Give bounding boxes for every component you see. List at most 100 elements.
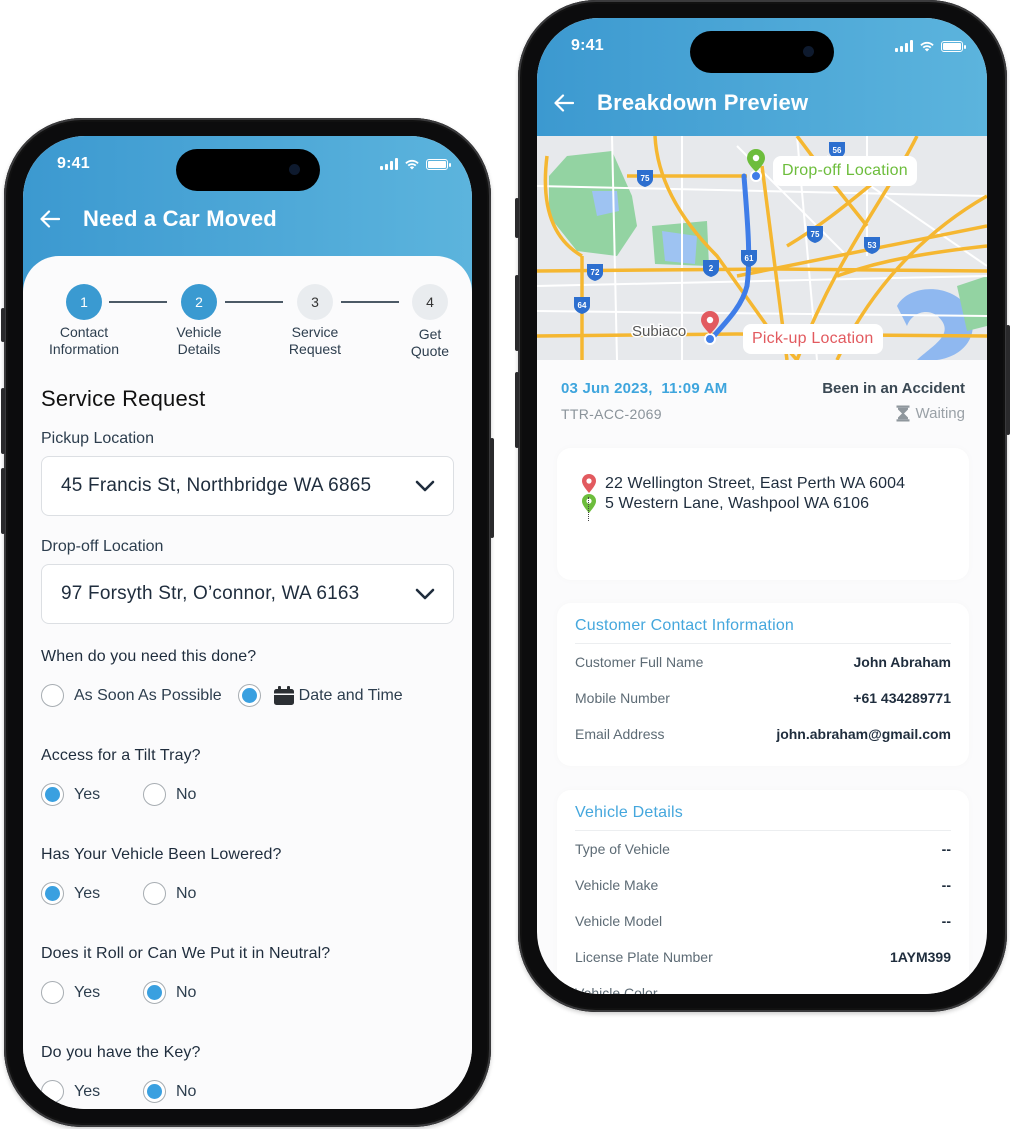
arrow-left-icon <box>554 94 574 112</box>
step-service-request[interactable]: 3 Service Request <box>270 284 360 358</box>
dropoff-location-select[interactable]: 97 Forsyth Str, O’connor, WA 6163 <box>41 564 454 624</box>
radio-yes[interactable]: Yes <box>41 882 143 905</box>
pickup-location-tag[interactable]: Pick-up Location <box>743 324 883 354</box>
radio-label: No <box>176 983 197 1001</box>
dropoff-location-value: 97 Forsyth Str, O’connor, WA 6163 <box>61 583 360 604</box>
radio-circle[interactable] <box>41 684 64 707</box>
status-time: 9:41 <box>571 37 604 54</box>
svg-text:75: 75 <box>641 174 650 183</box>
phone-right-breakdown-preview: 9:41 Breakdown Preview 56 75 75 53 72 2 … <box>515 0 1010 1012</box>
radio-yes[interactable]: Yes <box>41 1080 143 1103</box>
action-button <box>515 198 519 238</box>
radio-label: No <box>176 1082 197 1100</box>
step-number: 3 <box>297 284 333 320</box>
radio-date-and-time[interactable]: Date and Time <box>237 684 403 707</box>
vehicle-details-card: Vehicle Details Type of Vehicle -- Vehicl… <box>557 790 969 994</box>
radio-circle-selected[interactable] <box>143 981 166 1004</box>
detail-row-vehicle-color: Vehicle Color -- <box>575 985 951 994</box>
radio-label: No <box>176 884 197 902</box>
step-number: 1 <box>66 284 102 320</box>
pickup-location-select[interactable]: 45 Francis St, Northbridge WA 6865 <box>41 456 454 516</box>
lake-area <box>662 231 697 264</box>
calendar-icon <box>273 686 294 705</box>
pickup-pin-icon <box>582 474 596 493</box>
wifi-icon <box>405 159 419 170</box>
screen: 9:41 Breakdown Preview 56 75 75 53 72 2 … <box>537 18 987 994</box>
detail-row-email: Email Address john.abraham@gmail.com <box>575 726 951 742</box>
svg-text:72: 72 <box>591 268 600 277</box>
radio-no[interactable]: No <box>143 1080 245 1103</box>
radio-circle-selected[interactable] <box>41 882 64 905</box>
radio-no[interactable]: No <box>143 882 245 905</box>
dynamic-island <box>690 31 834 73</box>
cellular-signal-icon <box>380 158 398 170</box>
step-number: 2 <box>181 284 217 320</box>
radio-label: Date and Time <box>298 686 403 704</box>
radio-no[interactable]: No <box>143 783 245 806</box>
back-button[interactable] <box>553 92 575 114</box>
radio-circle[interactable] <box>143 882 166 905</box>
radio-asap[interactable]: As Soon As Possible <box>41 684 222 707</box>
highway-shield-61: 61 <box>741 250 757 267</box>
radio-label: As Soon As Possible <box>74 686 222 704</box>
radio-circle[interactable] <box>41 981 64 1004</box>
cellular-signal-icon <box>895 40 913 52</box>
radio-group-vehicle-lowered: Yes No <box>41 882 454 905</box>
radio-group-tilt-tray: Yes No <box>41 783 454 806</box>
detail-row-mobile: Mobile Number +61 434289771 <box>575 690 951 706</box>
route-from-address: 22 Wellington Street, East Perth WA 6004 <box>605 475 906 492</box>
back-button[interactable] <box>39 208 61 230</box>
step-vehicle-details[interactable]: 2 Vehicle Details <box>154 284 244 358</box>
chevron-down-icon <box>415 480 435 492</box>
place-label-subiaco: Subiaco <box>632 323 686 340</box>
customer-contact-card: Customer Contact Information Customer Fu… <box>557 603 969 766</box>
route-card: 22 Wellington Street, East Perth WA 6004… <box>557 448 969 580</box>
radio-circle-selected[interactable] <box>143 1080 166 1103</box>
step-label: Get Quote <box>410 326 450 359</box>
phone-left-need-a-car-moved: 9:41 Need a Car Moved 1 Contact Informat… <box>1 118 494 1127</box>
radio-yes[interactable]: Yes <box>41 981 143 1004</box>
action-button <box>1 308 5 342</box>
booking-datetime: 03 Jun 2023, 11:09 AM <box>561 380 728 397</box>
radio-label: Yes <box>74 1082 101 1100</box>
battery-icon <box>941 40 966 52</box>
dropoff-pin-icon <box>582 494 596 513</box>
progress-stepper: 1 Contact Information 2 Vehicle Details 3 … <box>39 284 456 364</box>
volume-down-button <box>1 468 5 534</box>
radio-circle[interactable] <box>41 1080 64 1103</box>
power-button <box>490 438 494 538</box>
radio-group-have-key: Yes No <box>41 1080 454 1103</box>
route-map[interactable]: 56 75 75 53 72 2 61 64 Subiaco Drop-off … <box>537 136 987 360</box>
step-label: Service Request <box>288 324 342 357</box>
pickup-location-label: Pickup Location <box>41 430 154 447</box>
booking-summary: 03 Jun 2023, 11:09 AM Been in an Acciden… <box>561 380 965 422</box>
dynamic-island <box>175 149 320 191</box>
detail-row-vehicle-make: Vehicle Make -- <box>575 877 951 893</box>
pickup-pin-icon <box>701 311 719 345</box>
radio-circle-selected[interactable] <box>237 684 261 707</box>
radio-yes[interactable]: Yes <box>41 783 143 806</box>
highway-shield-72: 72 <box>587 264 603 281</box>
step-number: 4 <box>412 284 448 320</box>
booking-reference: TTR-ACC-2069 <box>561 405 662 422</box>
question-have-key: Do you have the Key? <box>41 1044 201 1061</box>
svg-text:53: 53 <box>868 241 877 250</box>
status-time: 9:41 <box>57 155 90 172</box>
radio-label: Yes <box>74 785 101 803</box>
step-label: Contact Information <box>48 324 120 357</box>
hourglass-icon <box>896 405 910 422</box>
when-radio-group: As Soon As Possible Date and Time <box>41 684 454 707</box>
radio-circle-selected[interactable] <box>41 783 64 806</box>
volume-up-button <box>515 275 519 351</box>
dropoff-location-tag[interactable]: Drop-off Location <box>773 156 917 186</box>
radio-circle[interactable] <box>143 783 166 806</box>
radio-label: Yes <box>74 884 101 902</box>
step-label: Vehicle Details <box>176 324 222 357</box>
highway-shield-75: 75 <box>637 170 653 187</box>
route-from: 22 Wellington Street, East Perth WA 6004 <box>581 474 969 494</box>
radio-no[interactable]: No <box>143 981 245 1004</box>
step-get-quote[interactable]: 4 Get Quote <box>385 284 472 360</box>
when-question: When do you need this done? <box>41 648 257 665</box>
route-to: 5 Western Lane, Washpool WA 6106 <box>581 494 969 514</box>
step-contact-information[interactable]: 1 Contact Information <box>39 284 129 358</box>
